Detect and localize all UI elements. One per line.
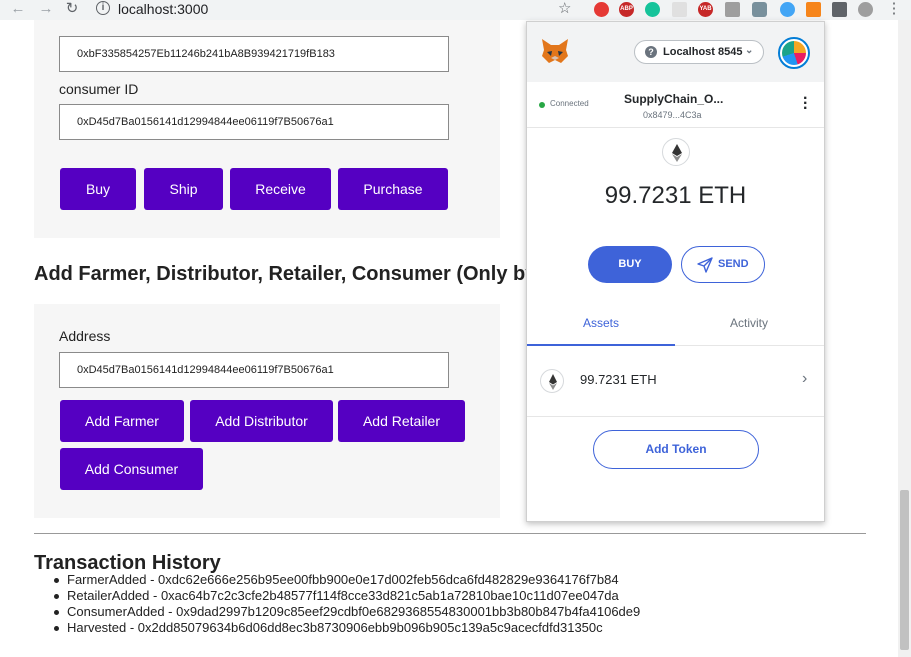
browser-toolbar: ← → ↻ i localhost:3000 ☆ ABP YAB ⋮ <box>0 0 911 20</box>
bookmark-star-icon[interactable]: ☆ <box>558 0 571 17</box>
add-token-button[interactable]: Add Token <box>593 430 759 469</box>
network-help-icon: ? <box>645 46 657 58</box>
account-name[interactable]: SupplyChain_O... <box>624 92 723 106</box>
browser-menu-icon[interactable]: ⋮ <box>884 0 904 20</box>
network-label: Localhost 8545 <box>663 46 743 58</box>
roles-card: Address 0xD45d7Ba0156141d12994844ee06119… <box>34 304 500 518</box>
metamask-header: ? Localhost 8545 ⌄ <box>527 22 824 82</box>
metamask-fox-icon <box>542 39 568 63</box>
metamask-popup: ? Localhost 8545 ⌄ Connected SupplyChain… <box>526 21 825 522</box>
yab-extension-icon[interactable]: YAB <box>698 2 713 17</box>
extension-icon-2[interactable] <box>725 2 740 17</box>
address-label: Address <box>59 328 111 344</box>
account-avatar[interactable] <box>778 37 810 69</box>
abp-extension-icon[interactable]: ABP <box>619 2 634 17</box>
farmer-address-input[interactable]: 0xbF335854257Eb11246b241bA8B939421719fB1… <box>59 36 449 72</box>
reload-icon[interactable]: ↻ <box>62 0 82 20</box>
metamask-buy-button[interactable]: BUY <box>588 246 672 283</box>
roles-section-title: Add Farmer, Distributor, Retailer, Consu… <box>34 263 572 285</box>
scrollbar-thumb[interactable] <box>900 490 909 650</box>
add-farmer-button[interactable]: Add Farmer <box>60 400 184 442</box>
profile-avatar[interactable] <box>858 2 873 17</box>
extension-icon[interactable] <box>672 2 687 17</box>
add-consumer-button[interactable]: Add Consumer <box>60 448 203 490</box>
account-bar: Connected SupplyChain_O... 0x8479...4C3a… <box>527 82 824 128</box>
purchase-card: 0xbF335854257Eb11246b241bA8B939421719fB1… <box>34 20 500 238</box>
url-text: localhost:3000 <box>118 1 209 17</box>
forward-icon[interactable]: → <box>36 0 56 20</box>
eth-balance: 99.7231 ETH <box>604 182 747 209</box>
list-item: RetailerAdded - 0xac64b7c2c3cfe2b48577f1… <box>53 588 640 604</box>
list-item: FarmerAdded - 0xdc62e666e256b95ee00fbb90… <box>53 572 640 588</box>
network-selector[interactable]: ? Localhost 8545 ⌄ <box>634 40 764 64</box>
list-item: ConsumerAdded - 0x9dad2997b1209c85eef29c… <box>53 604 641 619</box>
metamask-extension-icon[interactable] <box>806 2 821 17</box>
consumer-id-input[interactable]: 0xD45d7Ba0156141d12994844ee06119f7B50676… <box>59 104 449 140</box>
eth-logo-icon <box>662 138 690 166</box>
adblock-extension-icon[interactable] <box>594 2 609 17</box>
shield-extension-icon[interactable] <box>752 2 767 17</box>
grammarly-extension-icon[interactable] <box>645 2 660 17</box>
send-label: SEND <box>718 258 749 270</box>
list-item: Harvested - 0x2dd85079634b6d06dd8ec3b873… <box>53 620 640 636</box>
add-distributor-button[interactable]: Add Distributor <box>190 400 333 442</box>
account-address[interactable]: 0x8479...4C3a <box>643 110 702 120</box>
tab-assets[interactable]: Assets <box>527 301 675 346</box>
role-address-input[interactable]: 0xD45d7Ba0156141d12994844ee06119f7B50676… <box>59 352 449 388</box>
receive-button[interactable]: Receive <box>230 168 331 210</box>
asset-balance: 99.7231 ETH <box>580 372 657 387</box>
back-icon[interactable]: ← <box>8 0 28 20</box>
account-options-icon[interactable]: · · · <box>803 91 809 117</box>
connected-status[interactable]: Connected <box>550 99 589 108</box>
asset-row-eth[interactable]: 99.7231 ETH › <box>527 346 824 417</box>
purchase-button[interactable]: Purchase <box>338 168 448 210</box>
puzzle-extensions-icon[interactable] <box>832 2 847 17</box>
consumer-id-label: consumer ID <box>59 81 139 97</box>
send-arrow-icon <box>697 257 713 273</box>
divider <box>34 533 866 534</box>
chevron-right-icon[interactable]: › <box>802 370 807 388</box>
metamask-tabs: Assets Activity <box>527 301 824 346</box>
transaction-history-list: FarmerAdded - 0xdc62e666e256b95ee00fbb90… <box>53 572 641 636</box>
tab-activity[interactable]: Activity <box>675 301 823 346</box>
eth-asset-icon <box>540 369 564 393</box>
add-retailer-button[interactable]: Add Retailer <box>338 400 465 442</box>
page-scrollbar[interactable] <box>898 20 911 657</box>
connected-status-dot <box>539 102 545 108</box>
ship-button[interactable]: Ship <box>144 168 223 210</box>
buy-button[interactable]: Buy <box>60 168 136 210</box>
chevron-down-icon: ⌄ <box>745 45 754 56</box>
metamask-send-button[interactable]: SEND <box>681 246 765 283</box>
address-bar[interactable]: i localhost:3000 <box>92 0 582 20</box>
site-info-icon[interactable]: i <box>96 1 110 15</box>
feather-extension-icon[interactable] <box>780 2 795 17</box>
